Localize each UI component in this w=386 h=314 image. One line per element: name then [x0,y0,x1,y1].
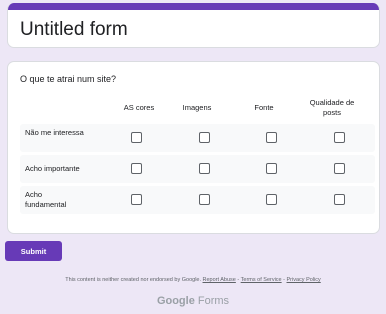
column-header-qualidade: Qualidade de posts [309,98,355,117]
form-header-card: Untitled form [7,3,380,48]
grid-row: Acho fundamental [20,186,375,214]
checkbox-r1-c3[interactable] [266,132,277,143]
checkbox-r3-c2[interactable] [199,194,210,205]
row-label-acho-importante: Acho importante [25,164,80,173]
question-title: O que te atrai num site? [20,74,117,84]
grid-row: Não me interessa [20,124,375,152]
google-forms-logo[interactable]: Google Forms [0,295,386,307]
row-label-acho-fundamental: Acho fundamental [25,190,67,209]
checkbox-r2-c2[interactable] [199,163,210,174]
column-header-fonte: Fonte [254,103,274,112]
checkbox-r3-c3[interactable] [266,194,277,205]
brand-google: Google [156,295,195,307]
checkbox-r2-c3[interactable] [266,163,277,174]
question-card: O que te atrai num site? AS cores Imagen… [7,61,380,234]
checkbox-r1-c2[interactable] [199,132,210,143]
checkbox-r2-c4[interactable] [334,163,345,174]
form-accent-bar [8,3,379,10]
checkbox-r1-c1[interactable] [131,132,142,143]
terms-of-service-link[interactable]: Terms of Service [241,277,282,283]
checkbox-r1-c4[interactable] [334,132,345,143]
grid-row: Acho importante [20,155,375,183]
footer-text: This content is neither created nor endo… [65,277,201,283]
column-header-imagens: Imagens [182,103,212,112]
checkbox-r3-c1[interactable] [131,194,142,205]
report-abuse-link[interactable]: Report Abuse [203,277,236,283]
submit-button[interactable]: Submit [5,241,62,261]
form-title: Untitled form [20,19,128,40]
brand-forms: Forms [194,295,230,307]
row-label-nao-me-interessa: Não me interessa [25,128,84,137]
column-header-as-cores: AS cores [123,103,155,112]
checkbox-r3-c4[interactable] [334,194,345,205]
footer-disclaimer: This content is neither created nor endo… [0,277,386,283]
privacy-policy-link[interactable]: Privacy Policy [287,277,321,283]
checkbox-r2-c1[interactable] [131,163,142,174]
